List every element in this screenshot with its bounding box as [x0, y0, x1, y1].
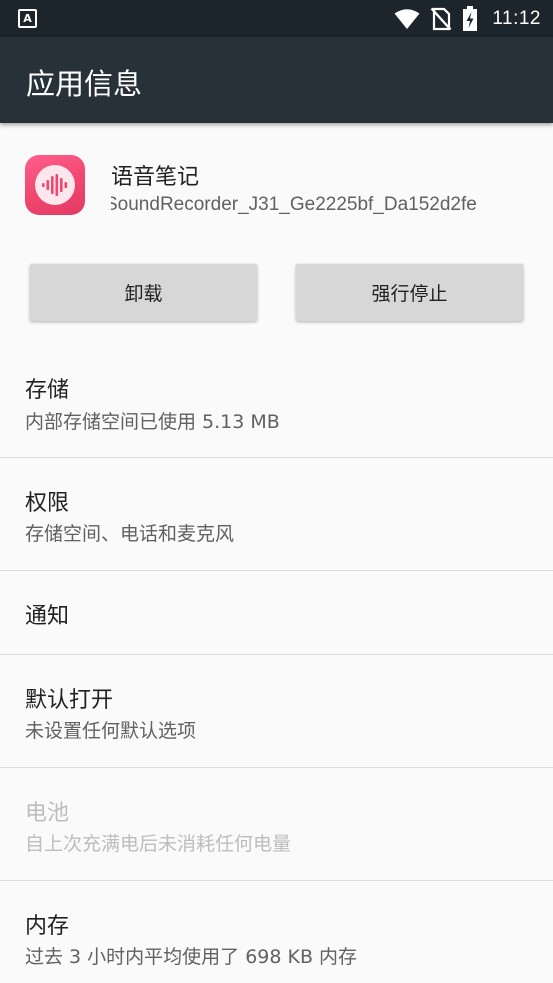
item-summary: 内部存储空间已使用 5.13 MB	[25, 411, 280, 433]
app-package-name: SoundRecorder_J31_Ge2225bf_Da152d2fe	[111, 194, 477, 215]
no-sim-icon	[430, 7, 452, 30]
uninstall-button[interactable]: 卸载	[30, 264, 257, 321]
status-bar: A 11:12	[0, 0, 553, 37]
notifications-item[interactable]: 通知	[0, 571, 553, 655]
item-summary: 自上次充满电后未消耗任何电量	[25, 833, 292, 855]
memory-item[interactable]: 内存 过去 3 小时内平均使用了 698 KB 内存	[0, 881, 553, 983]
item-summary: 过去 3 小时内平均使用了 698 KB 内存	[25, 946, 358, 968]
storage-item[interactable]: 存储 内部存储空间已使用 5.13 MB	[0, 345, 553, 458]
battery-item: 电池 自上次充满电后未消耗任何电量	[0, 768, 553, 881]
open-by-default-item[interactable]: 默认打开 未设置任何默认选项	[0, 655, 553, 768]
item-title: 电池	[25, 801, 70, 826]
wifi-icon	[394, 8, 420, 29]
status-icons: 11:12	[394, 0, 541, 37]
app-header: 语音笔记 SoundRecorder_J31_Ge2225bf_Da152d2f…	[0, 123, 553, 233]
app-bar: 应用信息	[0, 37, 553, 123]
app-name: 语音笔记	[111, 165, 200, 190]
item-summary: 未设置任何默认选项	[25, 720, 197, 742]
text-fade	[496, 193, 524, 219]
item-title: 权限	[25, 491, 70, 516]
sound-wave-icon	[25, 155, 85, 215]
force-stop-button[interactable]: 强行停止	[296, 264, 523, 321]
battery-charging-icon	[463, 5, 478, 31]
page-title: 应用信息	[26, 67, 143, 101]
item-title: 内存	[25, 914, 70, 939]
item-summary: 存储空间、电话和麦克风	[25, 523, 235, 545]
keyboard-notification-icon: A	[18, 9, 37, 28]
item-title: 通知	[25, 604, 70, 629]
item-title: 默认打开	[25, 688, 114, 713]
item-title: 存储	[25, 378, 70, 403]
permissions-item[interactable]: 权限 存储空间、电话和麦克风	[0, 458, 553, 571]
clock: 11:12	[492, 7, 541, 29]
